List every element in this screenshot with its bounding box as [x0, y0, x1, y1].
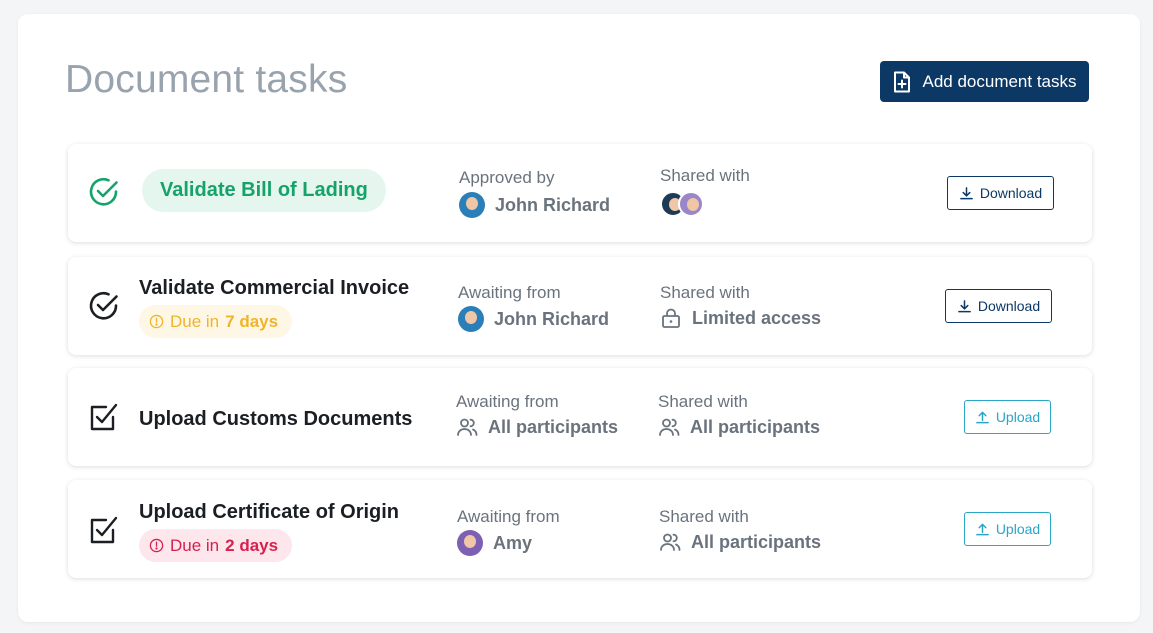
download-label: Download	[979, 185, 1043, 201]
shared-with-text: All participants	[690, 416, 821, 437]
person-name: John Richard	[495, 194, 611, 215]
add-document-tasks-button[interactable]: Add document tasks	[880, 61, 1089, 102]
shared-with-label: Shared with	[659, 507, 749, 526]
shared-with-label: Shared with	[658, 392, 748, 411]
download-icon	[959, 186, 973, 199]
upload-button[interactable]: Upload	[964, 400, 1051, 434]
awaiting-from-label: Awaiting from	[458, 283, 561, 302]
users-icon	[660, 533, 681, 551]
users-icon	[659, 418, 680, 436]
due-prefix: Due in	[170, 535, 220, 555]
task-card-upload-customs-documents: Upload Customs Documents Awaiting from A…	[68, 368, 1092, 466]
shared-with-label: Shared with	[660, 283, 750, 302]
shared-with-label: Shared with	[660, 166, 750, 185]
upload-label: Upload	[995, 409, 1041, 425]
task-card-validate-commercial-invoice: Validate Commercial Invoice Due in 7 day…	[68, 257, 1092, 355]
shared-with-text: All participants	[691, 531, 822, 552]
download-icon	[957, 299, 971, 312]
avatar	[459, 192, 485, 218]
person-name: Amy	[493, 532, 533, 553]
task-title-pill: Validate Bill of Lading	[142, 169, 386, 212]
upload-button[interactable]: Upload	[964, 512, 1051, 546]
due-value: 7 days	[225, 311, 279, 331]
add-document-tasks-label: Add document tasks	[922, 71, 1077, 91]
approved-by-label: Approved by	[459, 168, 555, 187]
shared-with-value: All participants	[659, 531, 821, 553]
awaiting-from-label: Awaiting from	[456, 392, 559, 411]
task-card-validate-bill-of-lading: Validate Bill of Lading Approved by John…	[68, 144, 1092, 242]
due-prefix: Due in	[170, 311, 220, 331]
checkbox-pen-icon	[90, 516, 118, 544]
avatar	[458, 306, 484, 332]
check-circle-icon	[89, 177, 118, 206]
task-title: Validate Commercial Invoice	[139, 277, 410, 299]
task-title: Upload Customs Documents	[139, 408, 413, 430]
awaiting-from-person: Amy	[457, 530, 532, 556]
checkbox-pen-icon	[90, 403, 118, 431]
due-value: 2 days	[225, 535, 279, 555]
avatar	[678, 191, 704, 217]
task-card-upload-certificate-of-origin: Upload Certificate of Origin Due in 2 da…	[68, 480, 1092, 578]
file-plus-icon	[894, 71, 911, 92]
shared-with-avatars	[660, 191, 704, 217]
awaiting-from-person: John Richard	[458, 306, 609, 332]
due-badge: Due in 2 days	[139, 529, 293, 562]
awaiting-from-person: All participants	[456, 416, 618, 438]
approved-by-person: John Richard	[459, 192, 610, 218]
avatar	[457, 530, 483, 556]
person-name: John Richard	[494, 308, 610, 329]
task-title: Upload Certificate of Origin	[139, 501, 400, 523]
download-button[interactable]: Download	[947, 176, 1054, 210]
due-badge: Due in 7 days	[139, 305, 293, 338]
check-circle-icon	[89, 291, 118, 320]
alert-circle-icon	[149, 314, 164, 329]
upload-icon	[975, 411, 989, 423]
upload-icon	[975, 523, 989, 535]
awaiting-from-label: Awaiting from	[457, 507, 560, 526]
page-title: Document tasks	[65, 58, 348, 101]
person-name: All participants	[488, 416, 619, 437]
upload-label: Upload	[995, 521, 1041, 537]
users-icon	[457, 418, 478, 436]
shared-with-value: Limited access	[660, 307, 821, 329]
shared-with-value: All participants	[658, 416, 820, 438]
shared-with-text: Limited access	[692, 307, 822, 328]
alert-circle-icon	[149, 538, 164, 553]
download-label: Download	[977, 298, 1041, 314]
lock-icon	[662, 308, 680, 328]
download-button[interactable]: Download	[945, 289, 1052, 323]
